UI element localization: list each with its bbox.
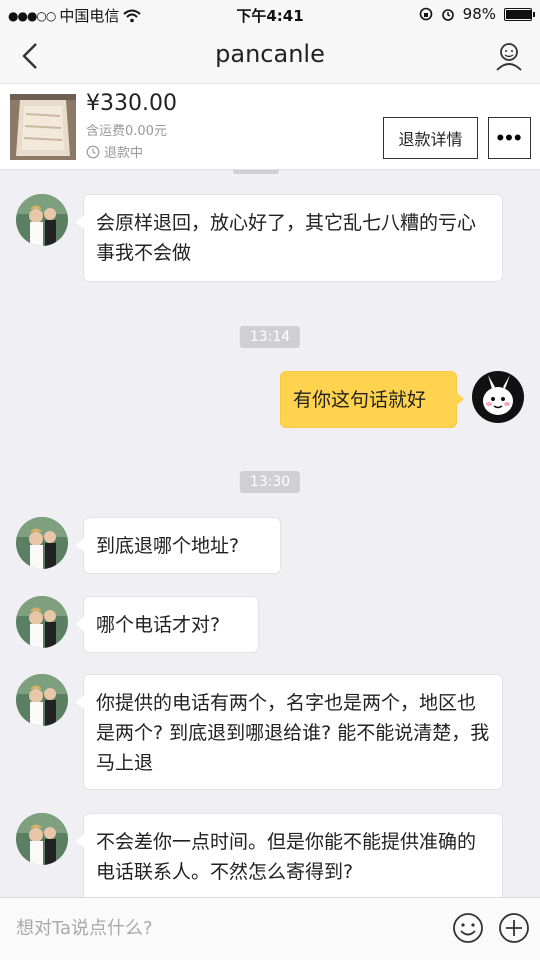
refund-status: 退款中 [86, 142, 143, 161]
refund-details-button[interactable]: 退款详情 [383, 117, 478, 159]
seller-avatar[interactable] [16, 517, 68, 569]
profile-icon[interactable] [494, 40, 524, 72]
time-divider: 13:14 [239, 326, 301, 348]
order-product-bar: ¥330.00 含运费0.00元 退款中 退款详情 ••• [0, 84, 540, 170]
rotation-lock-icon [419, 7, 432, 21]
refund-status-label: 退款中 [104, 146, 144, 161]
message-bubble[interactable]: 到底退哪个地址? [76, 517, 281, 574]
message-bubble[interactable]: 会原样退回，放心好了，其它乱七八糟的亏心事我不会做 [76, 194, 503, 282]
message-bubble[interactable]: 不会差你一点时间。但是你能不能提供准确的电话联系人。不然怎么寄得到? [76, 813, 503, 897]
emoji-icon[interactable] [452, 912, 484, 944]
battery-percent: 98% [462, 5, 496, 23]
message-bubble-self[interactable]: 有你这句话就好 [280, 371, 464, 428]
alarm-icon [441, 9, 454, 21]
plus-icon[interactable] [498, 912, 530, 944]
seller-avatar[interactable] [16, 674, 68, 726]
battery-icon [504, 7, 535, 21]
seller-avatar[interactable] [16, 813, 68, 865]
chat-history[interactable]: 会原样退回，放心好了，其它乱七八糟的亏心事我不会做 13:14 有你这句话就好 … [0, 170, 540, 897]
message-bubble[interactable]: 哪个电话才对? [76, 596, 259, 653]
message-bubble[interactable]: 你提供的电话有两个，名字也是两个，地区也是两个? 到底退到哪退给谁? 能不能说清… [76, 674, 503, 790]
time-divider: 13:30 [239, 471, 301, 493]
page-title: pancanle [215, 40, 325, 68]
my-avatar[interactable] [472, 371, 524, 423]
nav-bar: pancanle [0, 28, 540, 84]
more-options-button[interactable]: ••• [488, 117, 531, 159]
message-input[interactable] [10, 906, 440, 950]
time-chip-partial [233, 170, 279, 174]
shipping-fee: 含运费0.00元 [86, 124, 167, 139]
message-input-bar [0, 897, 540, 960]
clock-icon [86, 145, 100, 158]
status-right: 98% [419, 5, 535, 23]
seller-avatar[interactable] [16, 596, 68, 648]
status-bar: ●●●○○ 中国电信 下午4:41 98% [0, 0, 540, 28]
seller-avatar[interactable] [16, 194, 68, 246]
product-price: ¥330.00 [86, 91, 177, 116]
product-thumbnail[interactable] [10, 94, 76, 160]
